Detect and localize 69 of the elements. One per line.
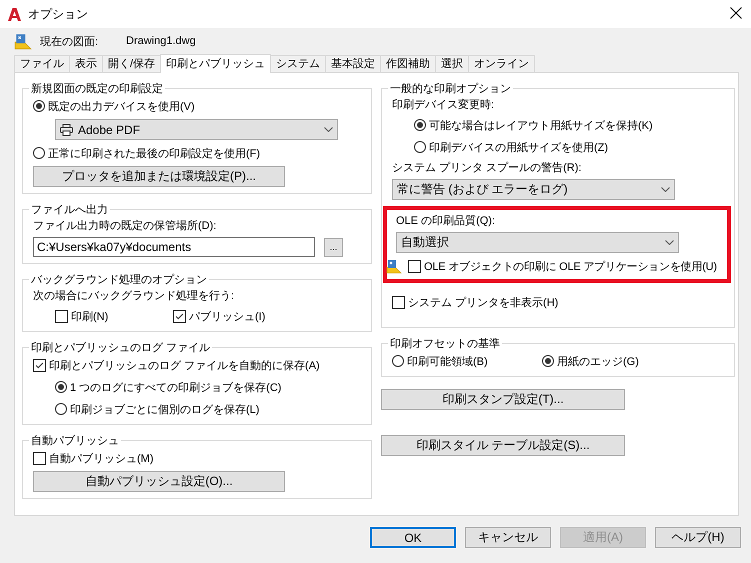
tab[interactable]: オンライン xyxy=(468,55,536,72)
checkbox[interactable] xyxy=(392,296,405,308)
group-title: 自動パブリッシュ xyxy=(30,434,120,448)
checkbox-label[interactable]: 印刷とパブリッシュのログ ファイルを自動的に保存(A) xyxy=(49,358,320,372)
radio-button[interactable] xyxy=(414,141,426,153)
group-title: 一般的な印刷オプション xyxy=(389,82,512,96)
radio-label[interactable]: 正常に印刷された最後の印刷設定を使用(F) xyxy=(48,146,260,160)
chevron-down-icon xyxy=(324,127,333,132)
field-label: ファイル出力時の既定の保管場所(D): xyxy=(33,218,218,233)
window-title: オプション xyxy=(28,6,88,22)
radio-button[interactable] xyxy=(55,381,67,393)
path-field[interactable]: C:¥Users¥ka07y¥documents xyxy=(33,237,315,257)
drawing-icon xyxy=(14,32,32,50)
radio-label[interactable]: 1 つのログにすべての印刷ジョブを保存(C) xyxy=(70,380,282,394)
app-logo-icon xyxy=(8,8,21,20)
checkbox[interactable] xyxy=(55,310,68,322)
group-title: 印刷オフセットの基準 xyxy=(389,337,501,351)
checkbox[interactable] xyxy=(33,358,46,372)
checkbox-label[interactable]: パブリッシュ(I) xyxy=(189,308,266,324)
checkbox[interactable] xyxy=(408,260,421,272)
group-title: 新規図面の既定の印刷設定 xyxy=(30,82,164,96)
dropdown-value: Adobe PDF xyxy=(78,122,140,136)
group-title: ファイルへ出力 xyxy=(30,203,109,217)
dialog-button[interactable]: OK xyxy=(370,527,456,548)
settings-button[interactable]: 印刷スタイル テーブル設定(S)... xyxy=(381,435,625,456)
close-icon[interactable] xyxy=(730,7,742,19)
checkbox-label[interactable]: OLE オブジェクトの印刷に OLE アプリケーションを使用(U) xyxy=(424,258,717,274)
field-label: OLE の印刷品質(Q): xyxy=(396,214,496,228)
printer-icon xyxy=(60,124,73,136)
chevron-down-icon xyxy=(665,240,674,245)
dropdown[interactable]: 自動選択 xyxy=(396,232,679,253)
tab[interactable]: 開く/保存 xyxy=(102,55,162,72)
dialog-button[interactable]: ヘルプ(H) xyxy=(655,527,741,548)
radio-label[interactable]: 印刷ジョブごとに個別のログを保存(L) xyxy=(70,402,260,416)
radio-label[interactable]: 印刷可能領域(B) xyxy=(407,354,488,368)
dropdown[interactable]: Adobe PDF xyxy=(55,119,338,140)
settings-button[interactable]: 印刷スタンプ設定(T)... xyxy=(381,389,625,410)
field-label: 次の場合にバックグラウンド処理を行う: xyxy=(33,290,234,302)
checkbox-label[interactable]: 印刷(N) xyxy=(71,308,108,324)
radio-label[interactable]: 可能な場合はレイアウト用紙サイズを保持(K) xyxy=(429,118,653,132)
settings-button[interactable]: プロッタを追加または環境設定(P)... xyxy=(33,166,285,187)
checkbox-label[interactable]: 自動パブリッシュ(M) xyxy=(49,450,154,466)
radio-label[interactable]: 印刷デバイスの用紙サイズを使用(Z) xyxy=(429,140,608,154)
dropdown-value: 自動選択 xyxy=(401,234,449,251)
current-drawing-label: 現在の図面: xyxy=(40,34,100,48)
group-title: バックグラウンド処理のオプション xyxy=(30,272,208,287)
checkbox[interactable] xyxy=(173,310,186,322)
radio-button[interactable] xyxy=(414,119,426,131)
tab[interactable]: 印刷とパブリッシュ xyxy=(160,54,272,73)
dropdown[interactable]: 常に警告 (および エラーをログ) xyxy=(392,179,675,200)
field-label: 印刷デバイス変更時: xyxy=(392,99,494,111)
radio-button[interactable] xyxy=(542,355,554,367)
settings-button[interactable]: 自動パブリッシュ設定(O)... xyxy=(33,471,285,492)
radio-button[interactable] xyxy=(33,147,45,159)
dialog-button[interactable]: キャンセル xyxy=(465,527,551,548)
chevron-down-icon xyxy=(661,187,670,192)
field-label: システム プリンタ スプールの警告(R): xyxy=(392,160,582,175)
radio-label[interactable]: 既定の出力デバイスを使用(V) xyxy=(48,98,195,114)
radio-button[interactable] xyxy=(55,403,67,415)
browse-button[interactable]: ... xyxy=(324,238,343,256)
radio-label[interactable]: 用紙のエッジ(G) xyxy=(557,354,639,368)
checkbox[interactable] xyxy=(33,452,46,464)
dropdown-value: 常に警告 (および エラーをログ) xyxy=(397,181,568,198)
checkbox-label[interactable]: システム プリンタを非表示(H) xyxy=(408,294,558,310)
current-drawing-name: Drawing1.dwg xyxy=(126,35,196,47)
group-title: 印刷とパブリッシュのログ ファイル xyxy=(30,340,212,355)
radio-button[interactable] xyxy=(33,100,45,112)
radio-button[interactable] xyxy=(392,355,404,367)
tab[interactable]: ファイル xyxy=(14,55,70,72)
